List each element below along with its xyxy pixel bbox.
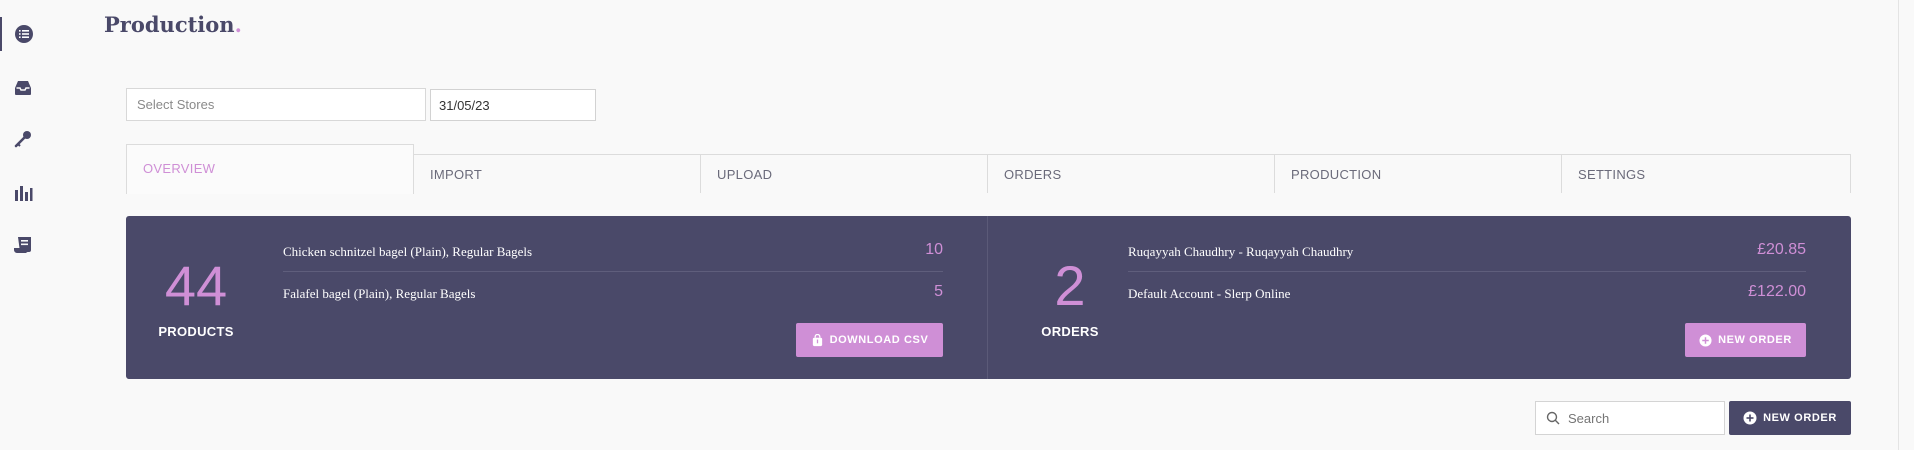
tab-bar: OVERVIEW IMPORT UPLOAD ORDERS PRODUCTION… — [126, 144, 1851, 194]
order-customer: Ruqayyah Chaudhry - Ruqayyah Chaudhry — [1128, 244, 1354, 259]
order-row: Default Account - Slerp Online £122.00 — [1128, 272, 1806, 314]
receipt-icon — [14, 237, 31, 253]
search-input[interactable] — [1568, 410, 1718, 426]
summary-panel: 44 PRODUCTS Chicken schnitzel bagel (Pla… — [126, 216, 1851, 379]
page-title: Production. — [104, 12, 242, 37]
product-qty: 10 — [925, 241, 943, 258]
product-row: Falafel bagel (Plain), Regular Bagels 5 — [283, 272, 943, 314]
tab-import[interactable]: IMPORT — [414, 154, 701, 193]
orders-stat: 2 ORDERS — [1032, 254, 1108, 340]
store-select[interactable]: Select Stores — [126, 88, 426, 121]
tab-orders[interactable]: ORDERS — [988, 154, 1275, 193]
list-circle-icon — [15, 25, 33, 43]
product-name: Chicken schnitzel bagel (Plain), Regular… — [283, 244, 533, 259]
scrollbar[interactable] — [1898, 0, 1914, 450]
plus-circle-icon — [1743, 411, 1757, 425]
sidebar-item-invoices[interactable] — [0, 228, 46, 262]
products-stat: 44 PRODUCTS — [158, 254, 234, 340]
product-qty: 5 — [934, 283, 943, 300]
order-total: £20.85 — [1757, 241, 1806, 258]
download-icon — [812, 333, 822, 346]
product-row: Chicken schnitzel bagel (Plain), Regular… — [283, 230, 943, 272]
tab-upload[interactable]: UPLOAD — [701, 154, 988, 193]
search-field[interactable] — [1535, 401, 1725, 435]
order-customer: Default Account - Slerp Online — [1128, 286, 1291, 301]
sidebar — [0, 0, 46, 450]
order-row: Ruqayyah Chaudhry - Ruqayyah Chaudhry £2… — [1128, 230, 1806, 272]
panel-divider — [987, 216, 988, 379]
search-icon — [1546, 411, 1560, 425]
bar-chart-icon — [15, 186, 33, 201]
new-order-button[interactable]: NEW ORDER — [1729, 401, 1851, 435]
sidebar-item-keys[interactable] — [0, 122, 46, 156]
sidebar-item-reports[interactable] — [0, 176, 46, 210]
download-csv-label: DOWNLOAD CSV — [829, 334, 929, 346]
download-csv-button[interactable]: DOWNLOAD CSV — [796, 323, 943, 357]
tab-overview[interactable]: OVERVIEW — [126, 144, 414, 194]
sidebar-item-inbox[interactable] — [0, 71, 46, 105]
products-count: 44 — [164, 254, 228, 317]
product-name: Falafel bagel (Plain), Regular Bagels — [283, 286, 476, 301]
plus-circle-icon — [1699, 333, 1712, 347]
orders-label: ORDERS — [1041, 324, 1099, 339]
tab-settings[interactable]: SETTINGS — [1562, 154, 1851, 193]
new-order-label: NEW ORDER — [1763, 412, 1837, 424]
orders-count: 2 — [1054, 254, 1086, 317]
panel-new-order-label: NEW ORDER — [1718, 334, 1792, 346]
order-total: £122.00 — [1748, 283, 1806, 300]
key-icon — [14, 131, 31, 148]
inbox-icon — [15, 81, 31, 95]
products-label: PRODUCTS — [158, 324, 234, 339]
panel-new-order-button[interactable]: NEW ORDER — [1685, 323, 1806, 357]
tab-production[interactable]: PRODUCTION — [1275, 154, 1562, 193]
sidebar-item-orders-list[interactable] — [0, 17, 46, 51]
date-input[interactable] — [430, 89, 596, 121]
